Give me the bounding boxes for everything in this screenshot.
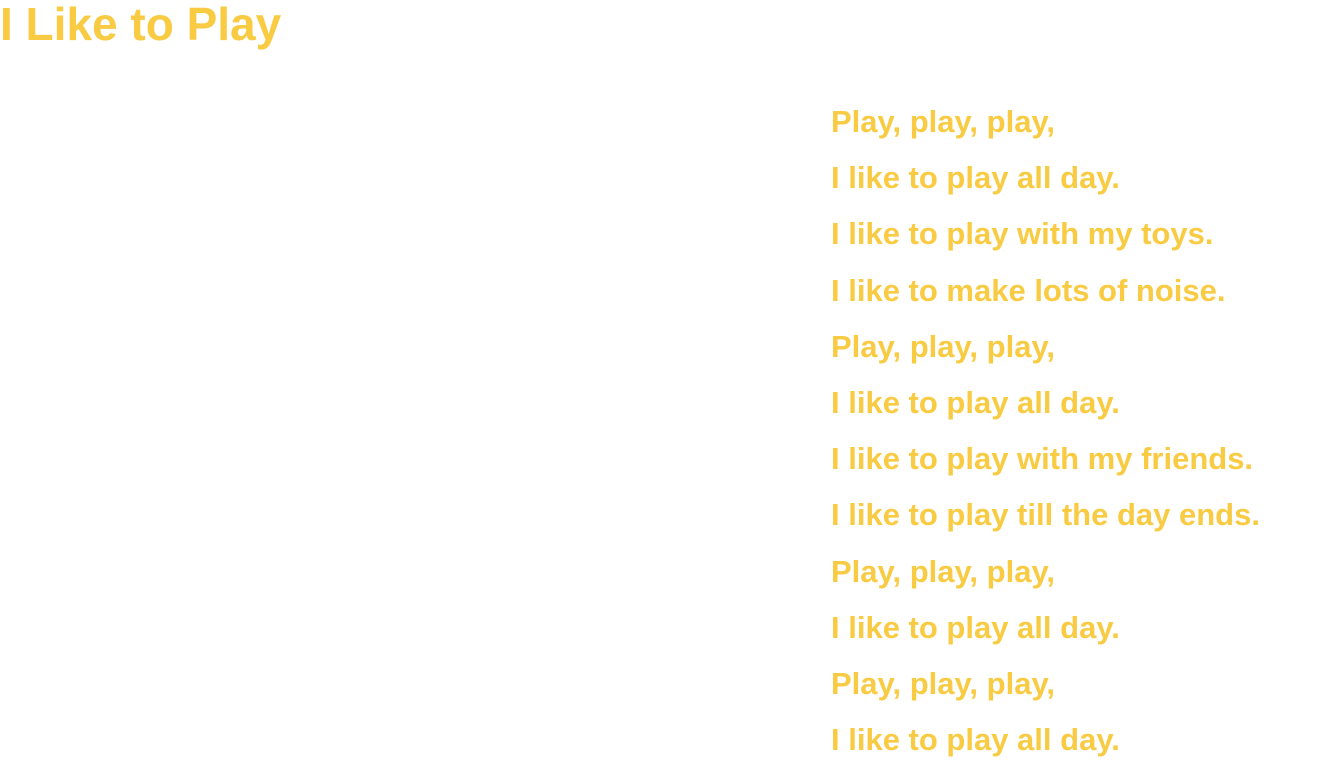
poem-line: I like to play all day. — [831, 609, 1120, 645]
poem-line: I like to play all day. — [831, 160, 1120, 196]
poem-line: I like to play with my toys. — [831, 216, 1214, 252]
poem-lines: Play, play, play, I like to play all day… — [831, 94, 1260, 768]
poem-line: Play, play, play, — [831, 553, 1055, 589]
poem-line: Play, play, play, — [831, 666, 1055, 702]
page-title: I Like to Play — [0, 0, 282, 50]
poem-line: I like to play all day. — [831, 722, 1120, 758]
poem-line: I like to play with my friends. — [831, 441, 1254, 477]
poem-line: Play, play, play, — [831, 328, 1055, 364]
poem-line: I like to make lots of noise. — [831, 272, 1226, 308]
poem-line: I like to play all day. — [831, 385, 1120, 421]
poem-line: Play, play, play, — [831, 104, 1055, 139]
poem-line: I like to play till the day ends. — [831, 497, 1260, 533]
